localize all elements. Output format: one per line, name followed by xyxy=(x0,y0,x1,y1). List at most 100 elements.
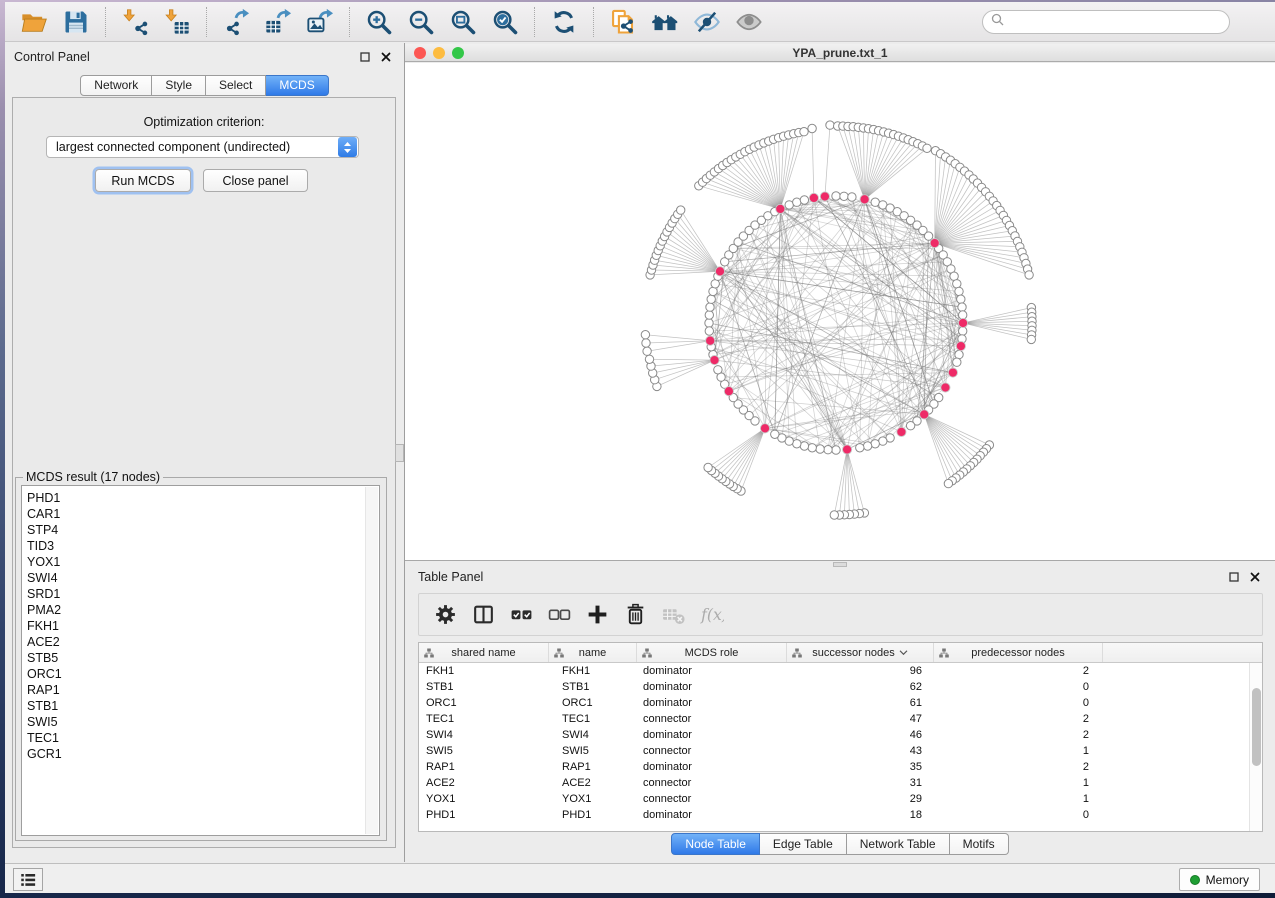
mcds-hub-node[interactable] xyxy=(820,192,829,201)
satellite-node[interactable] xyxy=(704,463,712,471)
zoom-out-button[interactable] xyxy=(403,6,439,38)
column-header-successor-nodes[interactable]: successor nodes xyxy=(787,643,934,662)
float-table-panel-icon[interactable] xyxy=(1228,571,1240,583)
network-node[interactable] xyxy=(848,193,856,201)
satellite-node[interactable] xyxy=(642,339,650,347)
table-row[interactable]: SWI4SWI4dominator462 xyxy=(419,727,1249,743)
network-node[interactable] xyxy=(953,280,961,288)
select-all-button[interactable] xyxy=(505,599,537,631)
satellite-node[interactable] xyxy=(677,206,685,214)
network-node[interactable] xyxy=(706,303,714,311)
satellite-node[interactable] xyxy=(800,128,808,136)
network-node[interactable] xyxy=(959,327,967,335)
table-row[interactable]: TEC1TEC1connector472 xyxy=(419,711,1249,727)
close-table-panel-icon[interactable] xyxy=(1249,571,1261,583)
table-row[interactable]: ORC1ORC1dominator610 xyxy=(419,695,1249,711)
import-table-button[interactable] xyxy=(159,6,195,38)
network-node[interactable] xyxy=(793,198,801,206)
export-table-button[interactable] xyxy=(260,6,296,38)
mcds-hub-node[interactable] xyxy=(948,368,957,377)
table-scrollbar[interactable] xyxy=(1249,663,1262,831)
satellite-node[interactable] xyxy=(645,355,653,363)
network-node[interactable] xyxy=(705,327,713,335)
network-node[interactable] xyxy=(707,295,715,303)
deselect-all-button[interactable] xyxy=(543,599,575,631)
add-button[interactable] xyxy=(581,599,613,631)
network-node[interactable] xyxy=(856,444,864,452)
network-node[interactable] xyxy=(832,446,840,454)
mcds-result-item[interactable]: STP4 xyxy=(27,522,379,538)
satellite-node[interactable] xyxy=(826,121,834,129)
satellite-node[interactable] xyxy=(641,331,649,339)
save-button[interactable] xyxy=(58,6,94,38)
network-node[interactable] xyxy=(705,319,713,327)
search-box[interactable] xyxy=(982,10,1230,34)
mcds-result-item[interactable]: RAP1 xyxy=(27,682,379,698)
float-panel-icon[interactable] xyxy=(359,51,371,63)
satellite-node[interactable] xyxy=(1025,271,1033,279)
table-row[interactable]: YOX1YOX1connector291 xyxy=(419,791,1249,807)
network-node[interactable] xyxy=(955,350,963,358)
zoom-selected-button[interactable] xyxy=(487,6,523,38)
mcds-result-item[interactable]: SWI4 xyxy=(27,570,379,586)
zoom-fit-button[interactable] xyxy=(445,6,481,38)
vertical-splitter-grip[interactable] xyxy=(395,444,404,462)
network-node[interactable] xyxy=(808,444,816,452)
table-row[interactable]: FKH1FKH1dominator962 xyxy=(419,663,1249,679)
mcds-hub-node[interactable] xyxy=(860,195,869,204)
mcds-hub-node[interactable] xyxy=(956,342,965,351)
table-row[interactable]: PHD1PHD1dominator180 xyxy=(419,807,1249,823)
optimization-criterion-select[interactable]: largest connected component (undirected) xyxy=(46,136,359,158)
network-window-titlebar[interactable]: YPA_prune.txt_1 xyxy=(405,44,1275,62)
network-node[interactable] xyxy=(771,430,779,438)
network-node[interactable] xyxy=(955,287,963,295)
network-node[interactable] xyxy=(871,440,879,448)
satellite-node[interactable] xyxy=(944,479,952,487)
mcds-result-item[interactable]: PMA2 xyxy=(27,602,379,618)
mcds-hub-node[interactable] xyxy=(710,356,719,365)
column-header-MCDS-role[interactable]: MCDS role xyxy=(637,643,787,662)
export-network-button[interactable] xyxy=(218,6,254,38)
network-node[interactable] xyxy=(832,192,840,200)
tab-mcds[interactable]: MCDS xyxy=(266,75,328,96)
network-node[interactable] xyxy=(800,196,808,204)
network-node[interactable] xyxy=(714,366,722,374)
network-node[interactable] xyxy=(958,303,966,311)
mcds-result-item[interactable]: FKH1 xyxy=(27,618,379,634)
search-input[interactable] xyxy=(1009,14,1221,30)
zoom-in-button[interactable] xyxy=(361,6,397,38)
horizontal-splitter-grip[interactable] xyxy=(833,562,847,567)
mcds-result-item[interactable]: STB5 xyxy=(27,650,379,666)
column-header-predecessor-nodes[interactable]: predecessor nodes xyxy=(934,643,1103,662)
mcds-result-item[interactable]: TID3 xyxy=(27,538,379,554)
mcds-result-item[interactable]: PHD1 xyxy=(27,490,379,506)
tab-node-table[interactable]: Node Table xyxy=(671,833,760,855)
column-header-shared-name[interactable]: shared name xyxy=(419,643,549,662)
mcds-result-item[interactable]: STB1 xyxy=(27,698,379,714)
tab-style[interactable]: Style xyxy=(152,75,206,96)
satellite-node[interactable] xyxy=(808,124,816,132)
satellite-node[interactable] xyxy=(923,144,931,152)
memory-button[interactable]: Memory xyxy=(1179,868,1260,891)
trash-button[interactable] xyxy=(619,599,651,631)
table-row[interactable]: SWI5SWI5connector431 xyxy=(419,743,1249,759)
mcds-result-item[interactable]: ORC1 xyxy=(27,666,379,682)
mcds-hub-node[interactable] xyxy=(930,239,939,248)
close-panel-button[interactable]: Close panel xyxy=(203,169,308,192)
table-row[interactable]: STB1STB1dominator620 xyxy=(419,679,1249,695)
mcds-result-item[interactable]: YOX1 xyxy=(27,554,379,570)
network-view[interactable] xyxy=(405,63,1275,560)
column-header-name[interactable]: name xyxy=(549,643,637,662)
network-node[interactable] xyxy=(863,442,871,450)
mcds-result-item[interactable]: GCR1 xyxy=(27,746,379,762)
mcds-list-scrollbar[interactable] xyxy=(365,487,378,834)
run-mcds-button[interactable]: Run MCDS xyxy=(95,169,191,192)
network-node[interactable] xyxy=(824,446,832,454)
network-node[interactable] xyxy=(816,445,824,453)
tab-network-table[interactable]: Network Table xyxy=(847,833,950,855)
table-scrollbar-thumb[interactable] xyxy=(1252,688,1261,766)
import-network-button[interactable] xyxy=(117,6,153,38)
refresh-button[interactable] xyxy=(546,6,582,38)
mcds-hub-node[interactable] xyxy=(941,383,950,392)
first-neighbors-button[interactable] xyxy=(647,6,683,38)
